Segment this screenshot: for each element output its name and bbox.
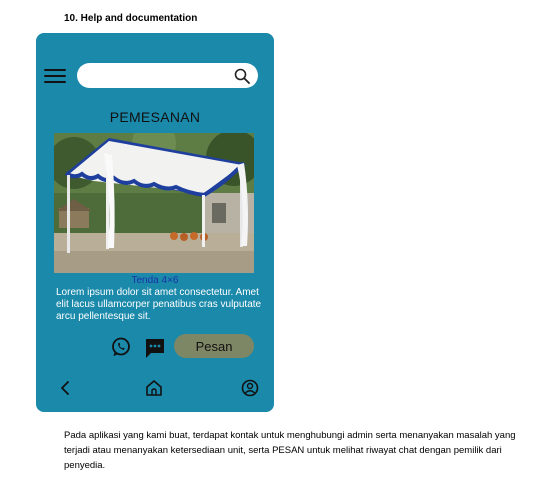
profile-icon[interactable] bbox=[241, 379, 259, 397]
menu-icon[interactable] bbox=[44, 69, 66, 85]
product-description: Lorem ipsum dolor sit amet consectetur. … bbox=[56, 287, 262, 322]
product-caption: Tenda 4×6 bbox=[131, 275, 179, 286]
explanation-paragraph: Pada aplikasi yang kami buat, terdapat k… bbox=[64, 430, 516, 471]
search-icon[interactable] bbox=[234, 68, 250, 84]
product-image bbox=[54, 133, 254, 273]
page-title: PEMESANAN bbox=[109, 109, 201, 125]
whatsapp-icon[interactable] bbox=[111, 337, 131, 357]
back-icon[interactable] bbox=[58, 380, 72, 396]
phone-mockup: PEMESANAN Tenda 4×6 Lorem ipsum dolor si… bbox=[36, 33, 274, 412]
home-icon[interactable] bbox=[145, 379, 163, 397]
search-input[interactable] bbox=[85, 63, 229, 90]
chat-icon[interactable] bbox=[144, 337, 166, 359]
section-heading: 10. Help and documentation bbox=[64, 13, 198, 24]
search-box[interactable] bbox=[77, 63, 258, 90]
order-button[interactable]: Pesan bbox=[174, 334, 254, 358]
